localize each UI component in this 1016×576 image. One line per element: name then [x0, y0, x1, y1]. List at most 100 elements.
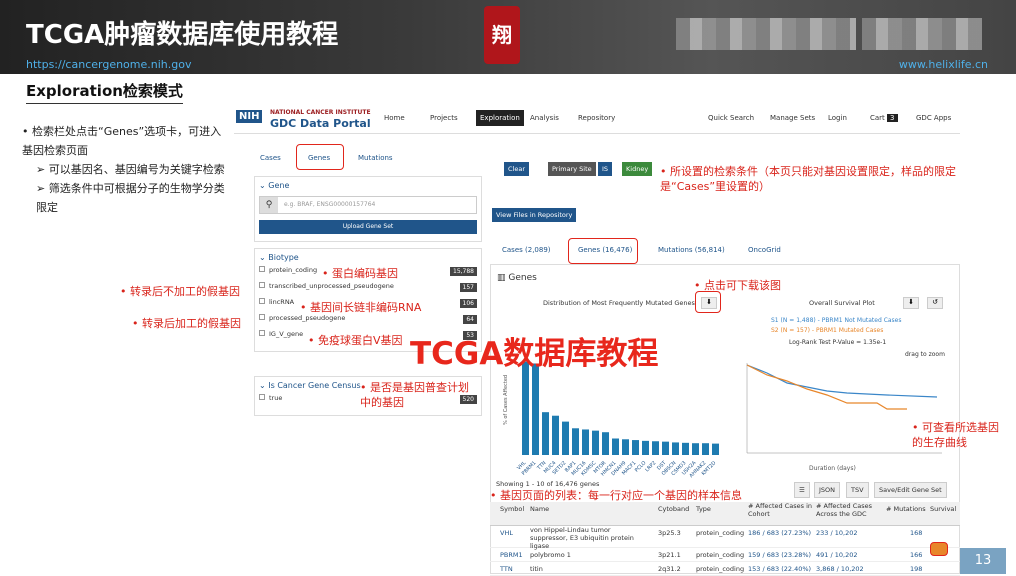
bar[interactable] [582, 429, 589, 455]
survival-title: Overall Survival Plot [809, 299, 875, 307]
highlight-genes-result-tab [568, 238, 638, 264]
survival-plot [746, 363, 942, 454]
nav-home[interactable]: Home [384, 114, 405, 122]
bullet-list: • 检索栏处点击“Genes”选项卡，可进入基因检索页面 ➢ 可以基因名、基因编… [22, 122, 232, 217]
tab-mutations[interactable]: Mutations [358, 154, 393, 162]
bar[interactable] [662, 441, 669, 455]
slide-header: TCGA肿瘤数据库使用教程 https://cancergenome.nih.g… [0, 0, 1016, 74]
search-icon: ⚲ [260, 197, 278, 213]
brand-url[interactable]: www.helixlife.cn [899, 58, 988, 71]
showing-text: Showing 1 - 10 of 16,476 genes [496, 480, 600, 488]
tab-oncogrid[interactable]: OncoGrid [748, 246, 781, 254]
bar[interactable] [522, 361, 529, 456]
tab-cases[interactable]: Cases [260, 154, 281, 162]
annotation-processed: • 转录后加工的假基因 [132, 317, 241, 330]
gene-facet-title: ⌄ Gene [259, 181, 290, 190]
nih-logo: NIH [236, 110, 263, 123]
annotation-download: • 点击可下载该图 [694, 279, 781, 292]
logrank-text: Log-Rank Test P-Value = 1.35e-1 [789, 339, 887, 346]
page-number: 13 [960, 548, 1006, 574]
nav-gdc-apps[interactable]: GDC Apps [916, 114, 951, 122]
bar[interactable] [682, 442, 689, 455]
tsv-button[interactable]: TSV [846, 482, 869, 498]
bar[interactable] [692, 443, 699, 455]
gdc-navbar: NIH NATIONAL CANCER INSTITUTE GDC Data P… [234, 104, 960, 134]
s1-legend: S1 (N = 1,488) - PBRM1 Not Mutated Cases [771, 317, 902, 324]
seal-logo: 翔 [484, 6, 520, 64]
genes-table: Symbol Name Cytoband Type # Affected Cas… [490, 502, 960, 576]
section-title: Exploration检索模式 [26, 80, 183, 104]
gene-facet: ⌄ Gene ⚲ e.g. BRAF, ENSG00000157764 Uploa… [254, 176, 482, 242]
bar[interactable] [592, 430, 599, 455]
nav-repository[interactable]: Repository [578, 114, 615, 122]
bar[interactable] [612, 438, 619, 456]
nci-label: NATIONAL CANCER INSTITUTE [270, 109, 371, 116]
survival-plot-icon[interactable] [930, 542, 948, 556]
nav-projects[interactable]: Projects [430, 114, 458, 122]
bar[interactable] [532, 363, 539, 455]
s2-legend: S2 (N = 157) - PBRM1 Mutated Cases [771, 327, 884, 334]
highlight-genes-tab [296, 144, 344, 170]
slide-title: TCGA肿瘤数据库使用教程 [26, 20, 339, 50]
y-axis-label: % of Cases Affected [503, 375, 509, 425]
watermark-text: TCGA数据库教程 [410, 336, 659, 372]
source-url[interactable]: https://cancergenome.nih.gov [26, 58, 191, 71]
survival-xlabel: Duration (days) [809, 465, 856, 472]
bar[interactable] [562, 421, 569, 455]
upload-gene-set-button[interactable]: Upload Gene Set [259, 220, 477, 234]
column-toggle[interactable]: ☰ [794, 482, 810, 498]
nav-quick-search[interactable]: Quick Search [708, 114, 754, 122]
gene-search-input[interactable]: ⚲ e.g. BRAF, ENSG00000157764 [259, 196, 477, 214]
bar[interactable] [652, 441, 659, 455]
annotation-lincrna: • 基因间长链非编码RNA [300, 301, 422, 314]
bar[interactable] [622, 439, 629, 455]
table-header: Symbol Name Cytoband Type # Affected Cas… [490, 502, 960, 526]
bar[interactable] [642, 440, 649, 455]
clear-button[interactable]: Clear [504, 162, 529, 176]
gdc-portal-logo[interactable]: GDC Data Portal [270, 117, 371, 130]
tab-result-mutations[interactable]: Mutations (56,814) [658, 246, 725, 254]
annotation-table: • 基因页面的列表：每一行对应一个基因的样本信息 [490, 489, 742, 502]
kidney-filter[interactable]: Kidney [622, 162, 653, 176]
bar[interactable] [702, 443, 709, 455]
annotation-filters: • 所设置的检索条件（本页只能对基因设置限定，样品的限定是“Cases”里设置的… [660, 165, 956, 193]
json-button[interactable]: JSON [814, 482, 841, 498]
cart-count: 3 [887, 114, 898, 122]
bullet-sub-2: ➢ 筛选条件中可根据分子的生物学分类限定 [36, 182, 225, 214]
download-survival-icon[interactable]: ⬇ [903, 297, 919, 309]
annotation-protein-coding: • 蛋白编码基因 [322, 267, 398, 280]
highlight-download [695, 291, 721, 313]
blurred-logo-2 [862, 18, 982, 50]
nav-exploration[interactable]: Exploration [476, 110, 524, 126]
reset-icon[interactable]: ↺ [927, 297, 943, 309]
save-gene-set-button[interactable]: Save/Edit Gene Set [874, 482, 947, 498]
table-row[interactable]: VHL von Hippel-Lindau tumor suppressor, … [490, 526, 960, 550]
nav-analysis[interactable]: Analysis [530, 114, 559, 122]
bar[interactable] [672, 442, 679, 455]
bar[interactable] [712, 443, 719, 455]
table-row[interactable]: PBRM1 polybromo 1 3p21.1 protein_coding … [490, 548, 960, 562]
bar[interactable] [602, 432, 609, 455]
bar[interactable] [542, 412, 549, 455]
annotation-survival: • 可查看所选基因的生存曲线 [912, 421, 999, 449]
bar[interactable] [632, 440, 639, 455]
genes-panel-title: ▥ Genes [497, 273, 537, 283]
annotation-unprocessed: • 转录后不加工的假基因 [120, 285, 240, 298]
nav-manage-sets[interactable]: Manage Sets [770, 114, 815, 122]
view-files-button[interactable]: View Files in Repository [492, 208, 577, 222]
is-operator[interactable]: IS [598, 162, 613, 176]
bullet-sub-1: ➢ 可以基因名、基因编号为关键字检索 [36, 163, 225, 176]
biotype-item[interactable]: transcribed_unprocessed_pseudogene 157 [255, 282, 481, 298]
bar[interactable] [572, 428, 579, 455]
biotype-title: ⌄ Biotype [259, 253, 299, 262]
annotation-census: • 是否是基因普查计划中的基因 [360, 381, 469, 409]
bar-chart-title: Distribution of Most Frequently Mutated … [543, 299, 695, 307]
nav-cart[interactable]: Cart 3 [870, 114, 898, 122]
bar[interactable] [552, 415, 559, 455]
annotation-ig-v: • 免疫球蛋白V基因 [308, 334, 403, 347]
tab-result-cases[interactable]: Cases (2,089) [502, 246, 551, 254]
nav-login[interactable]: Login [828, 114, 847, 122]
bullet-main: • 检索栏处点击“Genes”选项卡，可进入基因检索页面 [22, 125, 222, 157]
primary-site-filter[interactable]: Primary Site [548, 162, 596, 176]
blurred-logo [676, 18, 856, 50]
